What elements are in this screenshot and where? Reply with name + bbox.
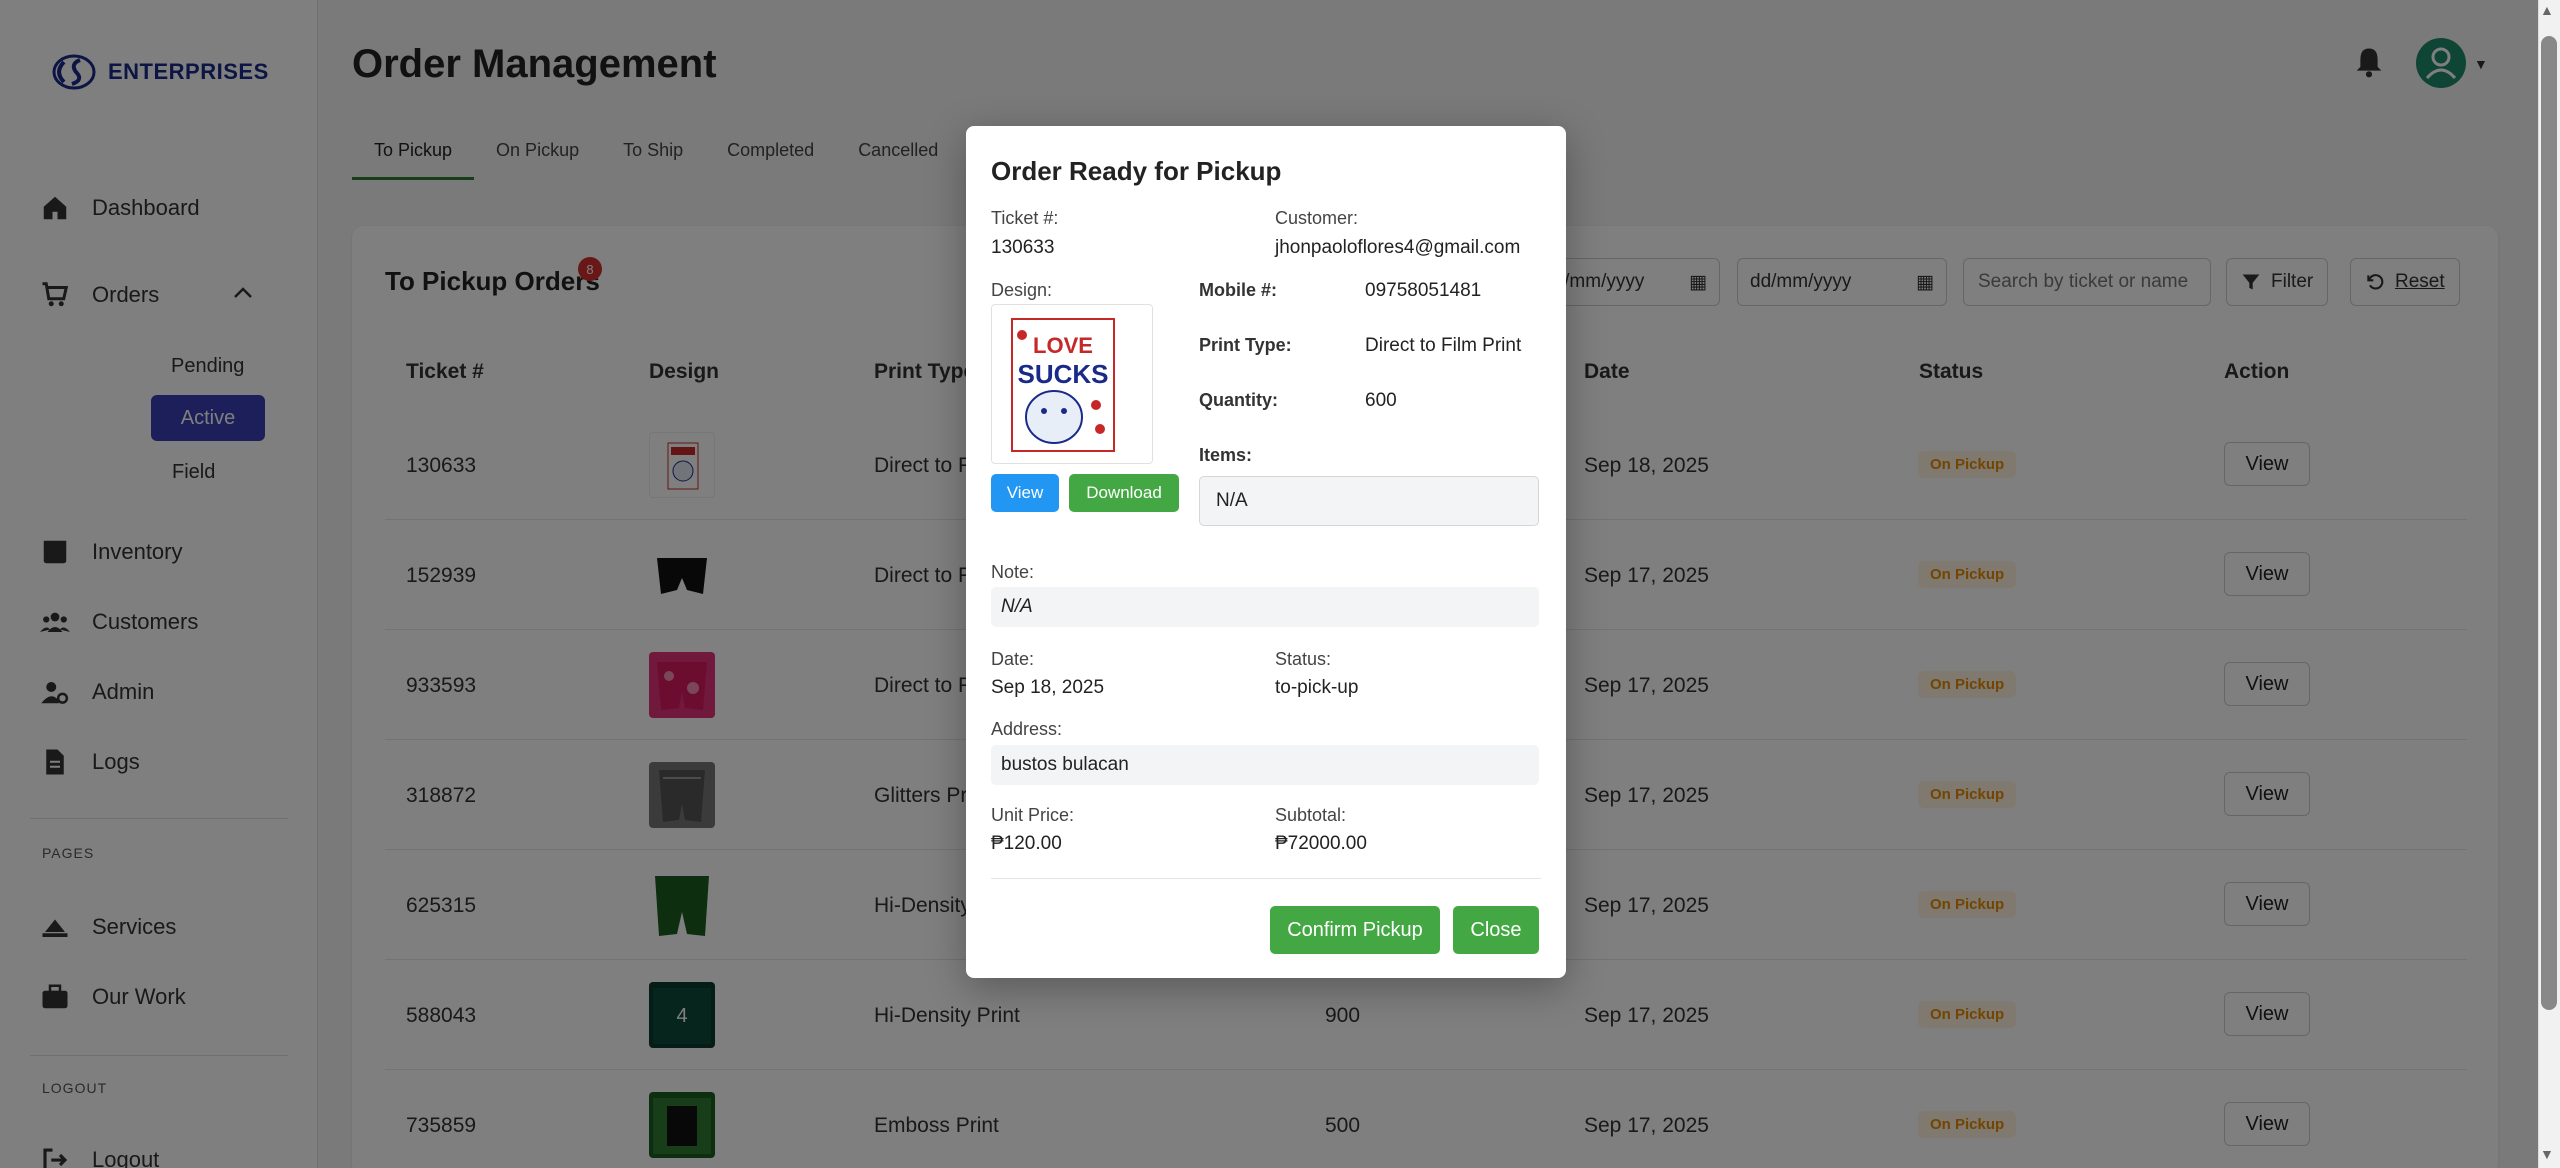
design-label: Design: bbox=[991, 280, 1053, 300]
date-value: Sep 18, 2025 bbox=[991, 677, 1105, 698]
quantity-value: 600 bbox=[1365, 390, 1397, 411]
items-label: Items: bbox=[1199, 445, 1253, 465]
design-text-bottom: SUCKS bbox=[1017, 359, 1108, 389]
print-type-label: Print Type: bbox=[1199, 335, 1292, 355]
close-button[interactable]: Close bbox=[1453, 906, 1539, 954]
confirm-pickup-button[interactable]: Confirm Pickup bbox=[1270, 906, 1440, 954]
ticket-label: Ticket #: bbox=[991, 208, 1059, 228]
items-field: N/A bbox=[1199, 476, 1539, 526]
note-field: N/A bbox=[991, 587, 1539, 627]
ticket-value: 130633 bbox=[991, 237, 1055, 258]
print-type-value: Direct to Film Print bbox=[1365, 335, 1522, 356]
design-preview[interactable]: LOVE SUCKS bbox=[991, 304, 1153, 464]
modal-title: Order Ready for Pickup bbox=[991, 156, 1282, 186]
address-label: Address: bbox=[991, 719, 1063, 739]
status-label: Status: bbox=[1275, 649, 1332, 669]
design-text-top: LOVE bbox=[1033, 333, 1093, 358]
mobile-value: 09758051481 bbox=[1365, 280, 1482, 301]
view-design-button[interactable]: View bbox=[991, 474, 1059, 512]
modal-divider bbox=[991, 878, 1541, 879]
download-design-button[interactable]: Download bbox=[1069, 474, 1179, 512]
scroll-up-icon[interactable]: ▲ bbox=[2540, 2, 2554, 18]
status-value: to-pick-up bbox=[1275, 677, 1359, 698]
note-label: Note: bbox=[991, 562, 1035, 582]
scroll-down-icon[interactable]: ▼ bbox=[2540, 1146, 2554, 1162]
customer-value: jhonpaoloflores4@gmail.com bbox=[1275, 237, 1521, 258]
quantity-label: Quantity: bbox=[1199, 390, 1278, 410]
scrollbar-thumb[interactable] bbox=[2541, 36, 2557, 1010]
unit-price-value: ₱120.00 bbox=[991, 833, 1062, 854]
customer-label: Customer: bbox=[1275, 208, 1359, 228]
address-field: bustos bulacan bbox=[991, 745, 1539, 785]
unit-price-label: Unit Price: bbox=[991, 805, 1075, 825]
subtotal-label: Subtotal: bbox=[1275, 805, 1347, 825]
mobile-label: Mobile #: bbox=[1199, 280, 1278, 300]
subtotal-value: ₱72000.00 bbox=[1275, 833, 1367, 854]
date-label: Date: bbox=[991, 649, 1035, 669]
